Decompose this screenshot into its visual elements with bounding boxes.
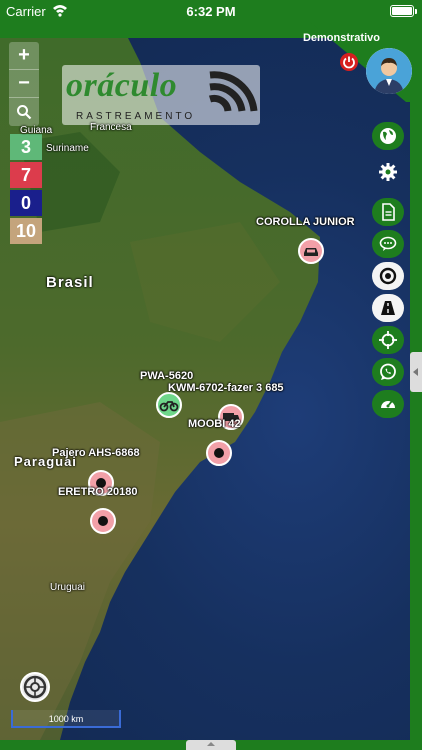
counter-online[interactable]: 3: [10, 134, 42, 160]
clock: 6:32 PM: [186, 4, 236, 19]
status-bar: Carrier 6:32 PM: [0, 0, 422, 22]
target-icon: [379, 267, 397, 285]
settings-button[interactable]: [372, 158, 404, 186]
gear-icon: [379, 163, 397, 181]
place-guiana: Guiana: [20, 125, 53, 136]
vehicle-marker-pwa[interactable]: [156, 392, 182, 418]
wheel-icon: [23, 675, 47, 699]
vehicle-label-moobi: MOOBI 42: [188, 418, 241, 430]
whatsapp-button[interactable]: [372, 358, 404, 386]
vehicle-marker-corolla[interactable]: [298, 238, 324, 264]
place-brasil: Brasil: [46, 274, 94, 291]
stopped-icon: [98, 516, 108, 526]
bottom-drawer-handle[interactable]: [186, 740, 236, 750]
vehicle-label-kwm: KWM-6702-fazer 3 685: [168, 382, 284, 394]
vehicle-label-pajero: Pajero AHS-6868: [52, 447, 140, 459]
place-suriname: Suriname: [46, 143, 89, 154]
locate-button[interactable]: [372, 326, 404, 354]
car-icon: [304, 248, 318, 256]
user-avatar-icon: [366, 48, 412, 94]
globe-button[interactable]: [372, 122, 404, 150]
counter-alert[interactable]: 0: [10, 190, 42, 216]
counter-offline[interactable]: 7: [10, 162, 42, 188]
signal-icon: [208, 71, 258, 112]
map-terrain: [0, 22, 320, 740]
crosshair-icon: [379, 331, 397, 349]
vehicle-label-eretro: ERETRO 20180: [58, 486, 138, 498]
report-button[interactable]: [372, 198, 404, 226]
side-panel-handle[interactable]: [410, 352, 422, 392]
map-view[interactable]: [0, 22, 422, 740]
tire-button[interactable]: [20, 672, 50, 702]
dashboard-button[interactable]: [372, 390, 404, 418]
vehicle-marker-eretro[interactable]: [90, 508, 116, 534]
chat-button[interactable]: [372, 230, 404, 258]
target-button[interactable]: [372, 262, 404, 290]
place-uruguai: Uruguai: [50, 582, 86, 593]
counter-total[interactable]: 10: [10, 218, 42, 244]
user-name: Demonstrativo: [302, 32, 380, 44]
oraculo-logo: oráculo RASTREAMENTO: [62, 65, 260, 125]
zoom-out-button[interactable]: −: [9, 70, 39, 98]
road-icon: [381, 301, 395, 315]
map-scale-label: 1000 km: [48, 714, 84, 724]
document-icon: [382, 203, 395, 221]
zoom-in-button[interactable]: +: [9, 42, 39, 70]
map-search-button[interactable]: [9, 98, 39, 126]
avatar[interactable]: [366, 48, 412, 94]
vehicle-marker-moobi[interactable]: [206, 440, 232, 466]
stopped-icon: [214, 448, 224, 458]
road-button[interactable]: [372, 294, 404, 322]
logo-brand-text: oráculo: [66, 67, 178, 104]
motorcycle-icon: [159, 401, 179, 412]
place-francesa: Francesa: [90, 122, 132, 133]
whatsapp-icon: [380, 363, 396, 380]
map-scale: 1000 km: [11, 710, 121, 728]
zoom-controls: + −: [9, 42, 39, 126]
vehicle-label-corolla: COROLLA JUNIOR: [256, 216, 355, 228]
chat-icon: [379, 236, 397, 251]
search-icon: [17, 105, 32, 120]
power-icon[interactable]: [340, 53, 358, 71]
battery-icon: [390, 5, 417, 17]
vehicle-label-pwa: PWA-5620: [140, 370, 194, 382]
globe-icon: [380, 128, 396, 144]
speedometer-icon: [381, 400, 395, 408]
logo-subtitle: RASTREAMENTO: [76, 111, 196, 122]
